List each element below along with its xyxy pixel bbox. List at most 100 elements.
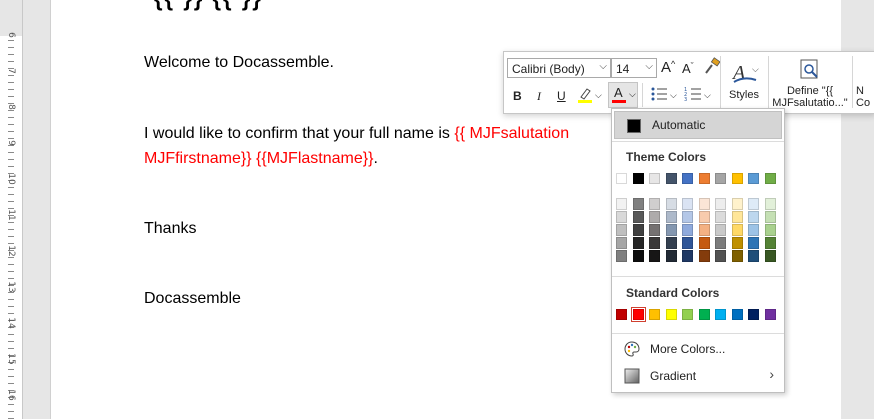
shrink-font-button[interactable]: Aˇ — [682, 61, 694, 76]
standard-color-swatch[interactable] — [649, 309, 660, 320]
theme-color-swatch[interactable] — [748, 173, 759, 184]
more-colors-item[interactable]: More Colors... — [612, 337, 784, 361]
standard-color-swatch[interactable] — [715, 309, 726, 320]
theme-shade-swatch[interactable] — [649, 198, 660, 210]
theme-shade-swatch[interactable] — [748, 250, 759, 262]
theme-shade-swatch[interactable] — [665, 250, 677, 262]
theme-shade-swatch[interactable] — [632, 198, 644, 210]
theme-shade-swatch[interactable] — [665, 237, 677, 249]
theme-shade-swatch[interactable] — [632, 237, 644, 249]
theme-shade-swatch[interactable] — [632, 211, 644, 223]
theme-shade-swatch[interactable] — [649, 250, 660, 262]
define-button[interactable]: Define "{{ MJFsalutatio..." — [770, 56, 850, 109]
chevron-down-icon[interactable]: ⌵ — [645, 61, 653, 72]
standard-color-swatch[interactable] — [665, 309, 677, 320]
theme-shade-swatch[interactable] — [764, 211, 776, 223]
theme-color-swatch[interactable] — [764, 173, 776, 184]
doc-line-confirm[interactable]: I would like to confirm that your full n… — [144, 125, 569, 143]
theme-shade-swatch[interactable] — [632, 224, 644, 236]
theme-shade-swatch[interactable] — [665, 224, 677, 236]
theme-shade-swatch[interactable] — [698, 198, 710, 210]
standard-color-swatch[interactable] — [764, 309, 776, 320]
numbering-button[interactable]: 123 — [684, 85, 702, 106]
chevron-down-icon[interactable]: ⌵ — [599, 61, 607, 72]
theme-shade-swatch[interactable] — [764, 250, 776, 262]
theme-shade-swatch[interactable] — [698, 211, 710, 223]
automatic-color-item[interactable]: Automatic — [614, 111, 782, 139]
theme-shade-swatch[interactable] — [748, 211, 759, 223]
theme-shade-swatch[interactable] — [682, 250, 693, 262]
theme-shade-swatch[interactable] — [715, 198, 726, 210]
theme-shade-swatch[interactable] — [616, 198, 627, 210]
standard-color-swatch[interactable] — [630, 307, 646, 322]
font-size-combo[interactable]: 14 ⌵ — [611, 58, 657, 78]
theme-shade-swatch[interactable] — [764, 198, 776, 210]
theme-shade-swatch[interactable] — [682, 237, 693, 249]
chevron-down-icon[interactable]: ⌵ — [595, 90, 602, 101]
vertical-ruler[interactable]: 6 7 8 9 10 11 12 13 14 15 16 — [0, 0, 23, 419]
doc-line-thanks[interactable]: Thanks — [144, 220, 196, 238]
theme-shade-swatch[interactable] — [616, 250, 627, 262]
theme-shade-swatch[interactable] — [731, 250, 743, 262]
theme-color-swatch[interactable] — [682, 173, 693, 184]
theme-shade-swatch[interactable] — [764, 237, 776, 249]
font-name-combo[interactable]: Calibri (Body) ⌵ — [507, 58, 611, 78]
theme-shade-swatch[interactable] — [748, 237, 759, 249]
grow-font-button[interactable]: A^ — [661, 59, 675, 76]
theme-shade-swatch[interactable] — [731, 211, 743, 223]
theme-shade-swatch[interactable] — [616, 237, 627, 249]
theme-shade-swatch[interactable] — [616, 224, 627, 236]
theme-color-swatch[interactable] — [731, 173, 743, 184]
gradient-item[interactable]: Gradient › — [612, 364, 784, 388]
doc-line-welcome[interactable]: Welcome to Docassemble. — [144, 54, 334, 72]
italic-button[interactable]: I — [537, 89, 541, 104]
doc-line-names[interactable]: MJFfirstname}} {{MJFlastname}}. — [144, 150, 378, 168]
theme-shade-swatch[interactable] — [731, 224, 743, 236]
theme-shade-swatch[interactable] — [665, 211, 677, 223]
highlight-button[interactable] — [577, 86, 593, 107]
theme-shade-swatch[interactable] — [682, 198, 693, 210]
styles-button[interactable]: A ⌵ Styles — [726, 56, 766, 108]
theme-color-swatch[interactable] — [616, 173, 627, 184]
bold-button[interactable]: B — [513, 89, 522, 103]
chevron-down-icon[interactable]: ⌵ — [670, 90, 677, 101]
font-color-button[interactable]: A ⌵ — [608, 82, 638, 108]
theme-shade-swatch[interactable] — [731, 237, 743, 249]
theme-shade-swatch[interactable] — [649, 211, 660, 223]
standard-color-swatch[interactable] — [731, 309, 743, 320]
theme-color-swatch[interactable] — [665, 173, 677, 184]
theme-shade-swatch[interactable] — [748, 224, 759, 236]
theme-shade-swatch[interactable] — [698, 237, 710, 249]
theme-shade-swatch[interactable] — [682, 211, 693, 223]
theme-shade-swatch[interactable] — [632, 250, 644, 262]
theme-shade-swatch[interactable] — [715, 237, 726, 249]
new-comment-button[interactable]: N Co — [854, 56, 874, 108]
theme-shade-swatch[interactable] — [616, 211, 627, 223]
theme-shade-swatch[interactable] — [764, 224, 776, 236]
standard-color-swatch[interactable] — [748, 309, 759, 320]
ruler-tick — [8, 348, 14, 349]
standard-color-swatch[interactable] — [682, 309, 693, 320]
theme-shade-swatch[interactable] — [665, 198, 677, 210]
theme-shade-swatch[interactable] — [715, 250, 726, 262]
theme-shade-swatch[interactable] — [698, 224, 710, 236]
chevron-down-icon[interactable]: ⌵ — [704, 90, 711, 101]
theme-color-swatch[interactable] — [649, 173, 660, 184]
theme-color-swatch[interactable] — [698, 173, 710, 184]
theme-shade-swatch[interactable] — [715, 224, 726, 236]
theme-shade-swatch[interactable] — [715, 211, 726, 223]
standard-color-swatch[interactable] — [616, 309, 627, 320]
theme-shade-swatch[interactable] — [649, 224, 660, 236]
theme-shade-swatch[interactable] — [698, 250, 710, 262]
theme-shade-swatch[interactable] — [649, 237, 660, 249]
underline-button[interactable]: U — [557, 89, 566, 103]
bullets-button[interactable] — [650, 85, 668, 106]
theme-color-swatch[interactable] — [715, 173, 726, 184]
format-painter-button[interactable] — [703, 57, 721, 78]
theme-color-swatch[interactable] — [632, 173, 644, 184]
theme-shade-swatch[interactable] — [682, 224, 693, 236]
standard-color-swatch[interactable] — [698, 309, 710, 320]
theme-shade-swatch[interactable] — [731, 198, 743, 210]
doc-line-signature[interactable]: Docassemble — [144, 290, 241, 308]
theme-shade-swatch[interactable] — [748, 198, 759, 210]
